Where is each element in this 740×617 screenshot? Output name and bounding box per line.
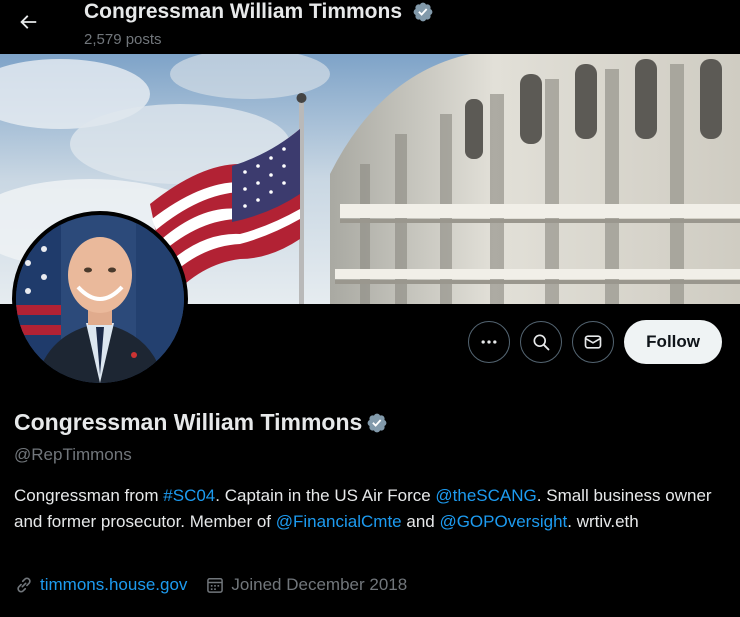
message-button[interactable]	[572, 321, 615, 363]
profile-name-text: Congressman William Timmons	[14, 409, 363, 435]
link-icon	[17, 577, 31, 593]
hashtag-link[interactable]: #SC04	[163, 486, 215, 505]
back-button[interactable]	[10, 4, 46, 40]
website-link[interactable]: timmons.house.gov	[40, 575, 187, 595]
joined-item: Joined December 2018	[205, 575, 407, 595]
avatar-image	[16, 215, 184, 383]
calendar-icon	[207, 578, 224, 593]
website-item: timmons.house.gov	[14, 575, 187, 595]
profile-avatar[interactable]	[12, 211, 188, 387]
bio-text: . Captain in the US Air Force	[215, 486, 436, 505]
bio-text: and	[401, 512, 440, 531]
header-title: Congressman William Timmons	[84, 0, 434, 24]
top-bar: Congressman William Timmons 2,579 posts	[0, 0, 740, 54]
search-button[interactable]	[520, 321, 563, 363]
posts-count: 2,579 posts	[84, 31, 162, 48]
profile-handle: @RepTimmons	[14, 445, 132, 464]
follow-button[interactable]: Follow	[624, 320, 722, 364]
verified-badge-icon	[413, 3, 433, 22]
search-icon	[533, 334, 550, 351]
mention-link[interactable]: @GOPOversight	[439, 512, 567, 531]
joined-date: Joined December 2018	[231, 575, 408, 594]
more-button[interactable]	[468, 321, 511, 363]
verified-badge-icon[interactable]	[366, 412, 388, 434]
mention-link[interactable]: @FinancialCmte	[276, 512, 402, 531]
bio-text: Congressman from	[14, 486, 164, 505]
arrow-left-icon	[20, 15, 37, 29]
header-name: Congressman William Timmons	[84, 0, 402, 23]
profile-actions: Follow	[468, 320, 722, 364]
profile-meta: timmons.house.gov Joined December 2018	[14, 575, 425, 595]
mail-icon	[584, 335, 602, 349]
bio-text: . wrtiv.eth	[567, 512, 639, 531]
profile-bio: Congressman from #SC04. Captain in the U…	[14, 483, 714, 535]
mention-link[interactable]: @theSCANG	[435, 486, 536, 505]
more-dots-icon	[481, 340, 497, 344]
profile-name: Congressman William Timmons	[14, 409, 388, 436]
